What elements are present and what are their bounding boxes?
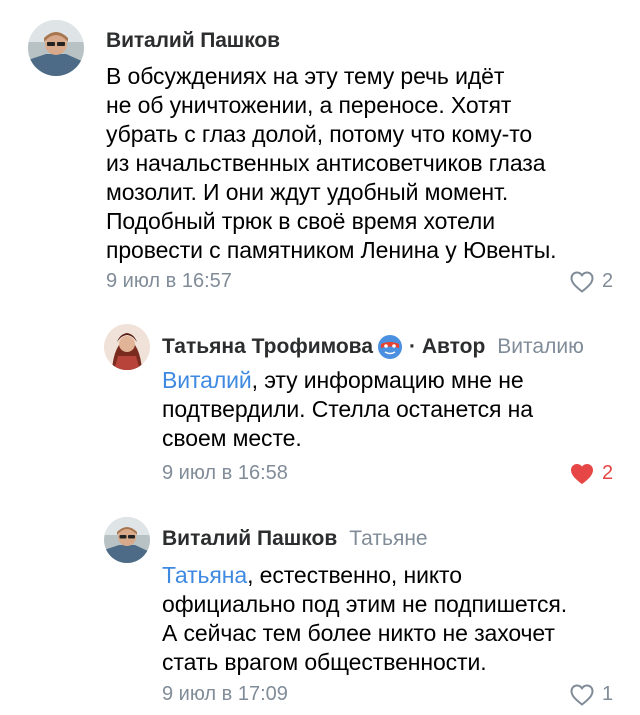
avatar[interactable] xyxy=(104,517,150,563)
comment-text-line: Подобный трюк в своё время хотели xyxy=(106,208,496,234)
comment-timestamp[interactable]: 9 июл в 16:57 xyxy=(106,270,232,293)
author-label: · Автор xyxy=(409,335,486,358)
comment-header: Татьяна Трофимова · Автор Виталию xyxy=(162,334,584,360)
comment-text-line: провести с памятником Ленина у Ювенты. xyxy=(106,237,557,263)
comment-text: Виталий, эту информацию мне не подтверди… xyxy=(162,366,533,453)
comment-text: Татьяна, естественно, никто официально п… xyxy=(162,561,567,677)
like-button[interactable]: 1 xyxy=(570,683,613,706)
comment-text-line: своем месте. xyxy=(162,425,302,451)
like-count: 2 xyxy=(602,462,614,484)
comment-text-line: не об уничтожении, а переносе. Хотят xyxy=(106,92,512,118)
avatar[interactable] xyxy=(104,324,150,370)
avatar[interactable] xyxy=(28,20,84,76)
comment-header: Виталий Пашков Татьяне xyxy=(162,527,428,551)
heart-outline-icon xyxy=(570,270,594,293)
comment-text-line: официально под этим не подпишется. xyxy=(162,591,568,617)
heart-filled-icon xyxy=(570,463,594,484)
comment-text-line: Виталий, эту информацию мне не xyxy=(162,366,533,395)
comment-timestamp[interactable]: 9 июл в 16:58 xyxy=(162,462,288,485)
heart-outline-icon xyxy=(570,683,594,706)
comment-text-line: из начальственных антисоветчиков глаза xyxy=(106,150,546,176)
mention-link[interactable]: Виталий xyxy=(162,367,252,393)
reply-to-link[interactable]: Виталию xyxy=(497,335,584,359)
comment-text-line: мозолит. И они ждут удобный момент. xyxy=(106,179,509,205)
comment-text-line: В обсуждениях на эту тему речь идёт xyxy=(106,63,505,89)
comment-text-fragment: , естественно, никто xyxy=(247,562,462,588)
comment-text: В обсуждениях на эту тему речь идёт не о… xyxy=(106,62,557,265)
comment-timestamp[interactable]: 9 июл в 17:09 xyxy=(162,683,288,706)
reply-to-link[interactable]: Татьяне xyxy=(349,527,427,551)
like-count: 2 xyxy=(602,270,614,292)
comment-text-line: А сейчас тем более никто не захочет xyxy=(162,620,555,646)
comment-text-line: стать врагом общественности. xyxy=(162,649,487,675)
comment-text-line: подтвердили. Стелла останется на xyxy=(162,396,533,422)
comment-author[interactable]: Татьяна Трофимова xyxy=(162,335,373,359)
comment-author[interactable]: Виталий Пашков xyxy=(106,29,280,53)
superhero-mask-icon xyxy=(377,334,403,360)
mention-link[interactable]: Татьяна xyxy=(162,562,247,588)
comment-author[interactable]: Виталий Пашков xyxy=(162,527,337,551)
comment-text-line: убрать с глаз долой, потому что кому-то xyxy=(106,121,533,147)
like-count: 1 xyxy=(602,683,614,705)
comment-text-line: Татьяна, естественно, никто xyxy=(162,561,567,590)
like-button[interactable]: 2 xyxy=(570,462,613,485)
comment-text-fragment: , эту информацию мне не xyxy=(251,367,524,393)
like-button[interactable]: 2 xyxy=(570,270,613,293)
